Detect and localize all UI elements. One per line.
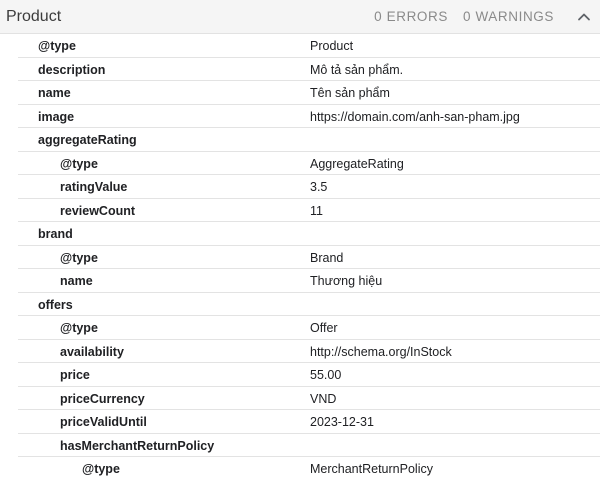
property-value: MerchantReturnPolicy — [310, 462, 433, 476]
property-value: VND — [310, 391, 337, 406]
property-key: priceCurrency — [60, 391, 145, 406]
property-value: 2023-12-31 — [310, 415, 374, 429]
warnings-count: 0 WARNINGS — [462, 9, 554, 24]
structured-data-panel: Product 0 ERRORS 0 WARNINGS @type Produc… — [0, 0, 600, 480]
property-key: brand — [38, 227, 73, 241]
property-key: availability — [60, 344, 124, 359]
property-key: ratingValue — [60, 180, 128, 194]
property-value: 3.5 — [310, 180, 328, 194]
property-row-availability: availability http://schema.org/InStock — [18, 340, 600, 363]
property-value: https://domain.com/anh-san-pham.jpg — [310, 109, 520, 124]
property-row-brand-name: name Thương hiệu — [18, 269, 600, 293]
property-key: @type — [60, 250, 98, 265]
property-key: aggregateRating — [38, 133, 137, 147]
property-row-offer-type: @type Offer — [18, 316, 600, 340]
property-row-rating-value: ratingValue 3.5 — [18, 175, 600, 199]
property-row-brand-type: @type Brand — [18, 246, 600, 269]
panel-title: Product — [6, 7, 62, 25]
property-key: offers — [38, 297, 73, 312]
property-key: reviewCount — [60, 203, 136, 218]
property-key: price — [60, 368, 90, 382]
property-value: 55.00 — [310, 368, 342, 382]
property-row-aggregate-rating: aggregateRating — [18, 128, 600, 152]
property-key: image — [38, 109, 75, 124]
property-row-brand: brand — [18, 222, 600, 246]
property-value: Mô tả sản phẩm. — [310, 62, 404, 77]
property-key: @type — [38, 39, 76, 53]
property-row-price-valid-until: priceValidUntil 2023-12-31 — [18, 410, 600, 434]
property-row-price-currency: priceCurrency VND — [18, 387, 600, 410]
errors-count: 0 ERRORS — [374, 9, 448, 24]
property-row-image: image https://domain.com/anh-san-pham.jp… — [18, 105, 600, 128]
property-key: hasMerchantReturnPolicy — [60, 438, 215, 453]
property-key: @type — [60, 156, 98, 171]
property-value: http://schema.org/InStock — [310, 344, 452, 359]
property-row-description: description Mô tả sản phẩm. — [18, 58, 600, 81]
property-value: Offer — [310, 321, 338, 335]
property-key: name — [60, 274, 93, 288]
property-value: AggregateRating — [310, 156, 404, 171]
issue-counts: 0 ERRORS 0 WARNINGS — [374, 9, 576, 24]
property-key: @type — [82, 462, 120, 476]
panel-header[interactable]: Product 0 ERRORS 0 WARNINGS — [0, 0, 600, 34]
property-row-return-policy-type: @type MerchantReturnPolicy — [18, 457, 600, 480]
property-key: priceValidUntil — [60, 415, 147, 429]
property-row-review-count: reviewCount 11 — [18, 199, 600, 222]
property-value: Product — [310, 39, 354, 53]
property-row-offers: offers — [18, 293, 600, 316]
chevron-up-icon[interactable] — [576, 9, 592, 25]
property-row-return-policy: hasMerchantReturnPolicy — [18, 434, 600, 457]
property-key: description — [38, 62, 106, 77]
property-value: Brand — [310, 250, 344, 265]
property-table: @type Product description Mô tả sản phẩm… — [0, 34, 600, 480]
property-row-type: @type Product — [18, 34, 600, 58]
property-row-name: name Tên sản phẩm — [18, 81, 600, 105]
property-row-rating-type: @type AggregateRating — [18, 152, 600, 175]
property-key: @type — [60, 321, 98, 335]
property-key: name — [38, 86, 71, 100]
property-row-price: price 55.00 — [18, 363, 600, 387]
property-value: 11 — [310, 203, 323, 218]
property-value: Thương hiệu — [310, 274, 383, 288]
property-value: Tên sản phẩm — [310, 86, 390, 100]
